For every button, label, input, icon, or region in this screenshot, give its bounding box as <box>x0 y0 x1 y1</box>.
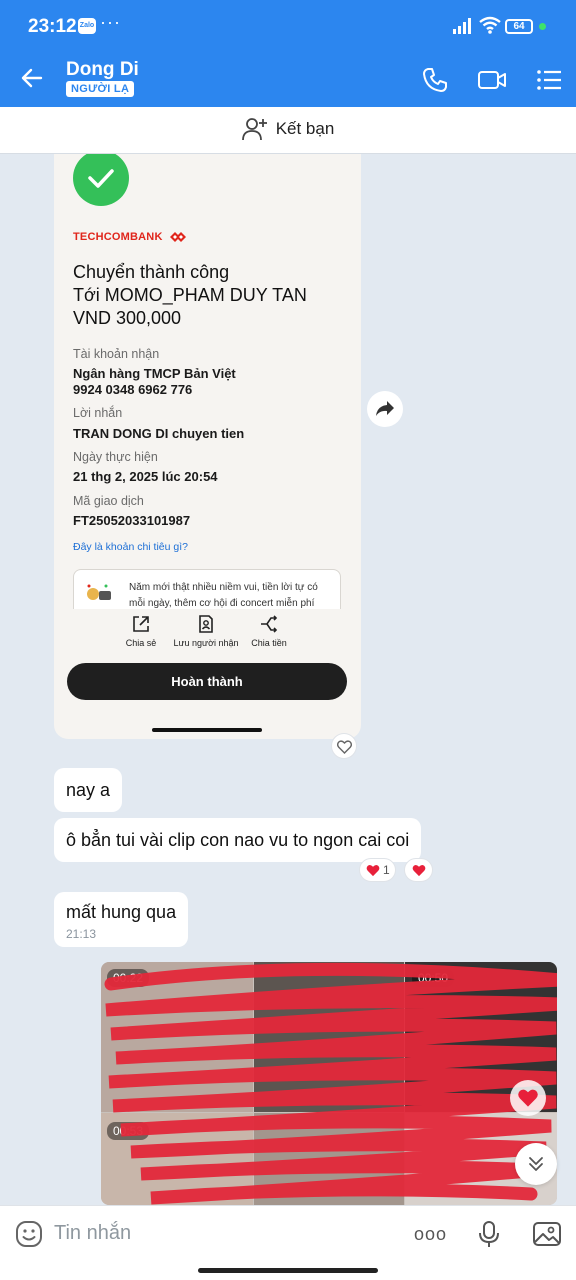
date-label: Ngày thực hiện <box>73 450 158 464</box>
signal-icon <box>453 18 471 34</box>
emoji-icon[interactable] <box>15 1220 43 1248</box>
bank-logo: TECHCOMBANK <box>73 230 188 244</box>
menu-list-icon[interactable] <box>535 66 563 94</box>
image-icon[interactable] <box>532 1220 562 1248</box>
code-label: Mã giao dịch <box>73 494 144 508</box>
external-share-icon <box>133 616 149 632</box>
reaction-count: 1 <box>383 863 390 877</box>
split-money-icon <box>261 615 278 633</box>
account-bank: Ngân hàng TMCP Bản Việt <box>73 366 236 381</box>
share-action-label: Chia sẻ <box>125 638 157 648</box>
transfer-status: Chuyển thành công <box>73 262 230 282</box>
video-grid[interactable]: 00:22 00:50 00:53 <box>101 962 557 1205</box>
add-friend-bar[interactable]: Kết bạn <box>0 107 576 154</box>
home-indicator <box>152 728 262 732</box>
done-button: Hoàn thành <box>67 663 347 700</box>
promo-illustration-icon <box>87 584 111 600</box>
message-input[interactable]: Tin nhắn <box>54 1222 131 1245</box>
techcombank-logo-icon <box>169 232 186 242</box>
forward-button[interactable] <box>367 391 403 427</box>
status-bar: 23:12 Zalo ··· 64 <box>0 0 576 54</box>
share-forward-icon <box>376 401 394 416</box>
react-heart-button[interactable] <box>404 858 433 882</box>
save-recipient-label: Lưu người nhận <box>173 638 239 648</box>
transfer-amount: VND 300,000 <box>73 308 182 328</box>
message-bubble[interactable]: nay a <box>54 768 123 812</box>
contact-card-icon <box>199 615 213 633</box>
date-value: 21 thg 2, 2025 lúc 20:54 <box>73 469 218 484</box>
heart-icon <box>412 865 426 877</box>
share-action: Chia sẻ <box>114 614 168 648</box>
video-call-icon[interactable] <box>477 66 507 94</box>
back-arrow-icon[interactable] <box>20 66 44 90</box>
message-text: nay a <box>66 780 111 800</box>
chat-header: Dong Di NGƯỜI LẠ <box>0 54 576 107</box>
spend-category-link: Đây là khoản chi tiêu gì? <box>73 541 188 553</box>
receipt-actions: Chia sẻ Lưu người nhận Chia tiền <box>114 614 304 654</box>
success-check-icon <box>73 154 129 206</box>
more-options-icon[interactable]: ooo <box>414 1224 447 1245</box>
heart-outline-icon <box>337 740 352 754</box>
transfer-receipt-image[interactable]: TECHCOMBANK Chuyển thành công Tới MOMO_P… <box>54 154 361 739</box>
add-friend-label: Kết bạn <box>275 119 335 138</box>
reaction-count-badge[interactable]: 1 <box>359 858 396 882</box>
message-bubble[interactable]: mất hung qua 21:13 <box>54 892 189 947</box>
zalo-notification-icon: Zalo <box>78 18 96 34</box>
message-text: ô bẳn tui vài clip con nao vu to ngon ca… <box>66 830 410 850</box>
system-gesture-bar <box>198 1268 378 1273</box>
save-recipient-action: Lưu người nhận <box>166 614 246 648</box>
charging-dot-icon <box>539 23 546 30</box>
add-friend-icon <box>241 118 267 141</box>
message-timestamp: 21:13 <box>66 927 97 941</box>
mic-icon[interactable] <box>478 1220 500 1248</box>
message-value: TRAN DONG DI chuyen tien <box>73 426 245 441</box>
code-value: FT25052033101987 <box>73 513 191 528</box>
contact-name[interactable]: Dong Di <box>66 59 139 81</box>
react-heart-button[interactable] <box>331 733 357 759</box>
phone-icon[interactable] <box>421 66 449 94</box>
heart-icon <box>518 1089 538 1107</box>
message-text: mất hung qua <box>66 902 177 922</box>
wifi-icon <box>479 16 501 34</box>
bank-name: TECHCOMBANK <box>73 231 163 243</box>
account-label: Tài khoản nhận <box>73 347 160 361</box>
split-action: Chia tiền <box>244 614 294 648</box>
message-label: Lời nhắn <box>73 406 123 420</box>
account-number: 9924 0348 6962 776 <box>73 382 193 397</box>
promo-banner: Năm mới thật nhiều niềm vui, tiền lời tự… <box>73 569 341 609</box>
heart-icon <box>366 865 380 877</box>
video-heart-button[interactable] <box>510 1080 546 1116</box>
censor-scribble <box>104 962 557 1205</box>
chevron-double-down-icon <box>529 1157 543 1171</box>
battery-indicator: 64 <box>505 19 533 34</box>
stranger-badge: NGƯỜI LẠ <box>66 81 135 97</box>
transfer-recipient: Tới MOMO_PHAM DUY TAN <box>73 285 307 305</box>
message-bubble[interactable]: ô bẳn tui vài clip con nao vu to ngon ca… <box>54 818 422 862</box>
promo-text: Năm mới thật nhiều niềm vui, tiền lời tự… <box>129 582 318 609</box>
more-notifications-icon: ··· <box>100 12 121 32</box>
scroll-to-bottom-button[interactable] <box>515 1143 557 1185</box>
status-time: 23:12 <box>28 16 77 37</box>
split-action-label: Chia tiền <box>251 638 287 648</box>
